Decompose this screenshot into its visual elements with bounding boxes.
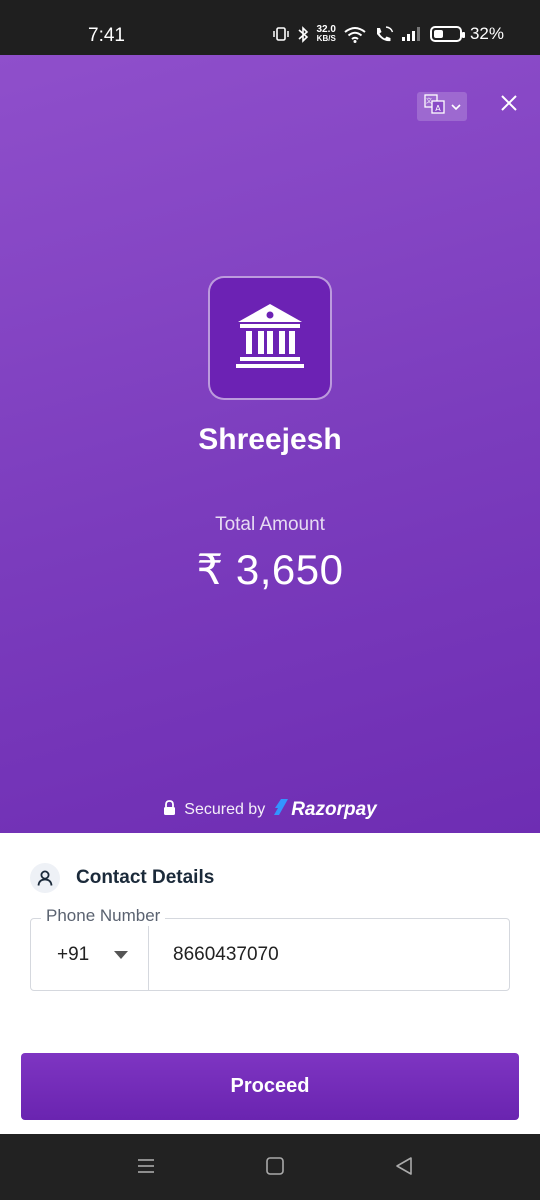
contact-details-header: Contact Details (30, 863, 214, 893)
amount-value: ₹ 3,650 (196, 546, 344, 593)
country-code-value: +91 (57, 943, 90, 965)
vibrate-icon (272, 25, 289, 43)
language-button[interactable]: A文 (417, 92, 467, 121)
menu-icon (136, 1156, 156, 1181)
signal-icon (401, 25, 422, 43)
secured-by-badge: Secured by Razorpay (0, 798, 540, 822)
battery-icon (429, 26, 465, 42)
network-speed-value: 32.0 (316, 24, 336, 35)
phone-number-field: +91 (30, 918, 510, 991)
status-time: 7:41 (88, 25, 125, 46)
battery-fill (433, 30, 443, 38)
proceed-button[interactable]: Proceed (21, 1053, 519, 1120)
close-button[interactable] (496, 92, 522, 118)
bluetooth-icon (297, 25, 309, 43)
home-square-icon (265, 1156, 285, 1181)
svg-text:文: 文 (425, 97, 431, 105)
home-button[interactable] (261, 1154, 289, 1182)
merchant-name: Shreejesh (198, 423, 342, 456)
bank-icon (235, 302, 305, 375)
wifi-call-icon (374, 25, 394, 43)
chevron-down-icon (450, 98, 461, 116)
razorpay-brand-name: Razorpay (291, 799, 377, 820)
phone-number-label: Phone Number (41, 906, 166, 926)
status-icons: 32.0 KB/S 32% (272, 24, 504, 44)
country-code-select[interactable]: +91 (31, 919, 149, 990)
contact-details-title: Contact Details (76, 867, 215, 888)
merchant-logo (208, 276, 332, 400)
back-triangle-icon (394, 1156, 414, 1181)
network-speed-unit: KB/S (316, 34, 336, 43)
secured-by-text: Secured by (184, 801, 266, 818)
translate-icon: A文 (423, 94, 446, 119)
user-icon (30, 863, 60, 893)
razorpay-logo: Razorpay (273, 798, 377, 822)
phone-number-input[interactable] (149, 919, 509, 990)
close-icon (500, 94, 518, 117)
dropdown-caret-icon (114, 950, 128, 959)
system-nav-bar (0, 1134, 540, 1200)
back-button[interactable] (390, 1154, 418, 1182)
razorpay-mark-icon (273, 798, 289, 822)
lock-icon (163, 799, 176, 821)
svg-text:A: A (435, 104, 441, 113)
battery-percent: 32% (469, 24, 504, 43)
amount-label: Total Amount (215, 514, 325, 535)
wifi-icon (344, 25, 366, 43)
payment-header: A文 Shreejesh Total Amount ₹ 3,650 Secure… (0, 55, 540, 833)
recents-button[interactable] (132, 1154, 160, 1182)
status-bar: 7:41 32.0 KB/S 32% (0, 0, 540, 55)
network-speed: 32.0 KB/S (316, 24, 336, 44)
